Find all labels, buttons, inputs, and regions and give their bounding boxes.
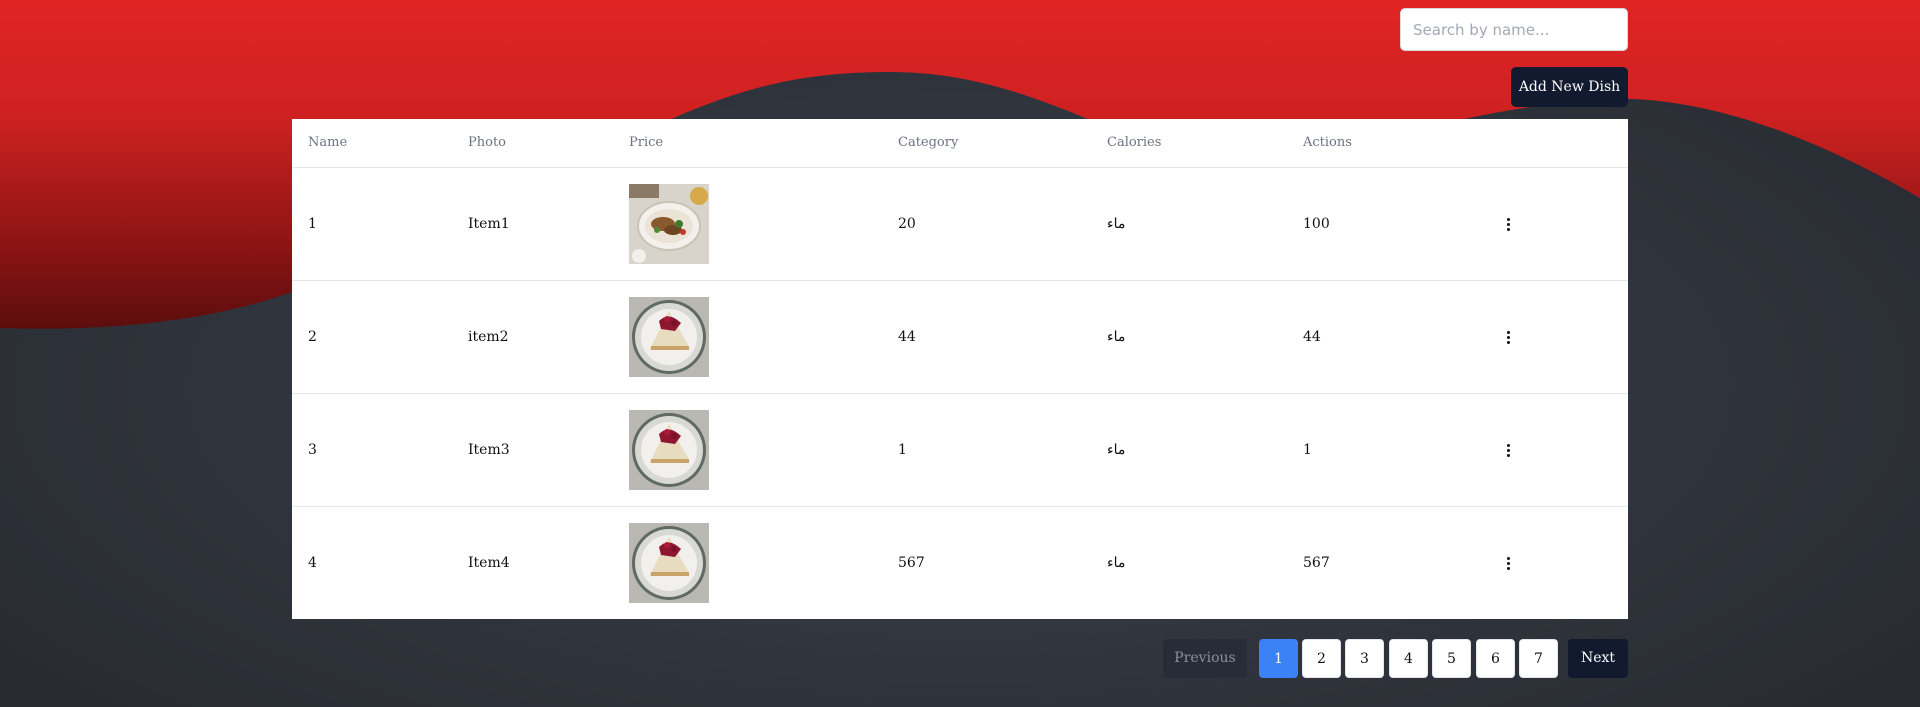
search-input[interactable] bbox=[1400, 8, 1628, 51]
cell-category: ماء bbox=[1107, 442, 1126, 458]
previous-page-button[interactable]: Previous bbox=[1163, 639, 1247, 678]
cell-id: 2 bbox=[308, 329, 317, 345]
cell-category: ماء bbox=[1107, 329, 1126, 345]
table-row: 1 Item1 20 ماء 100 bbox=[292, 168, 1628, 281]
table-row: 3 Item3 1 ماء 1 bbox=[292, 394, 1628, 507]
add-new-dish-button[interactable]: Add New Dish bbox=[1511, 67, 1628, 107]
dish-photo bbox=[629, 297, 709, 377]
next-page-button[interactable]: Next bbox=[1568, 639, 1628, 678]
cell-id: 4 bbox=[308, 555, 317, 571]
cell-calories: 567 bbox=[1303, 555, 1330, 571]
column-header-price: Price bbox=[629, 135, 664, 150]
column-header-category: Category bbox=[898, 135, 959, 150]
kebab-menu-icon[interactable] bbox=[1498, 553, 1518, 573]
dish-photo bbox=[629, 184, 709, 264]
cell-name: Item3 bbox=[468, 442, 510, 458]
page-button-5[interactable]: 5 bbox=[1432, 639, 1471, 678]
column-header-calories: Calories bbox=[1107, 135, 1162, 150]
kebab-menu-icon[interactable] bbox=[1498, 327, 1518, 347]
cell-name: item2 bbox=[468, 329, 509, 345]
cell-calories: 44 bbox=[1303, 329, 1321, 345]
kebab-menu-icon[interactable] bbox=[1498, 440, 1518, 460]
page-button-1[interactable]: 1 bbox=[1259, 639, 1298, 678]
cell-calories: 1 bbox=[1303, 442, 1312, 458]
cell-name: Item4 bbox=[468, 555, 510, 571]
page-button-4[interactable]: 4 bbox=[1389, 639, 1428, 678]
page-button-3[interactable]: 3 bbox=[1345, 639, 1384, 678]
cell-name: Item1 bbox=[468, 216, 510, 232]
page-button-2[interactable]: 2 bbox=[1302, 639, 1341, 678]
cell-price: 20 bbox=[898, 216, 916, 232]
cell-id: 3 bbox=[308, 442, 317, 458]
cell-id: 1 bbox=[308, 216, 317, 232]
cell-price: 1 bbox=[898, 442, 907, 458]
cell-calories: 100 bbox=[1303, 216, 1330, 232]
cell-price: 44 bbox=[898, 329, 916, 345]
dishes-table: Name Photo Price Category Calories Actio… bbox=[292, 119, 1628, 619]
cell-category: ماء bbox=[1107, 555, 1126, 571]
page-button-6[interactable]: 6 bbox=[1476, 639, 1515, 678]
cell-category: ماء bbox=[1107, 216, 1126, 232]
kebab-menu-icon[interactable] bbox=[1498, 214, 1518, 234]
table-row: 4 Item4 567 ماء 567 bbox=[292, 507, 1628, 619]
page-button-7[interactable]: 7 bbox=[1519, 639, 1558, 678]
column-header-photo: Photo bbox=[468, 135, 506, 150]
table-header: Name Photo Price Category Calories Actio… bbox=[292, 119, 1628, 168]
column-header-name: Name bbox=[308, 135, 348, 150]
cell-price: 567 bbox=[898, 555, 925, 571]
dish-photo bbox=[629, 523, 709, 603]
dish-photo bbox=[629, 410, 709, 490]
column-header-actions: Actions bbox=[1303, 135, 1352, 150]
table-row: 2 item2 44 ماء 44 bbox=[292, 281, 1628, 394]
